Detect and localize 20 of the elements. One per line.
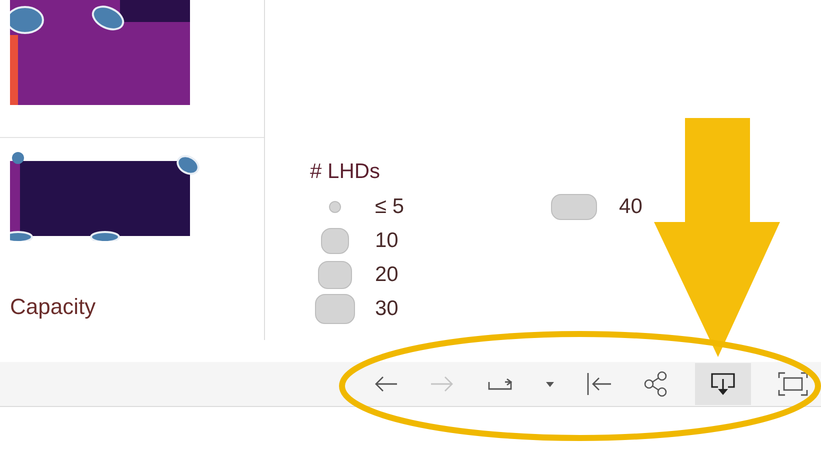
size-symbol (329, 201, 341, 213)
caret-icon (545, 379, 555, 389)
size-symbol (315, 294, 355, 324)
size-symbol (551, 194, 598, 220)
download-button[interactable] (695, 363, 751, 405)
fullscreen-icon (777, 371, 809, 397)
left-arrow-icon (373, 374, 399, 394)
right-arrow-icon (429, 374, 455, 394)
size-symbol (318, 261, 352, 289)
legend-label: 10 (375, 229, 398, 253)
share-icon (643, 371, 669, 397)
capacity-label: Capacity (9, 294, 97, 320)
arrow-to-start-icon (585, 372, 613, 396)
legend-label: 30 (375, 297, 398, 321)
size-symbol (321, 228, 349, 254)
legend-label: 20 (375, 263, 398, 287)
legend-title: # LHDs (310, 160, 382, 184)
download-icon (709, 371, 737, 397)
legend-label: ≤ 5 (375, 195, 404, 219)
legend-label: 40 (619, 195, 642, 219)
